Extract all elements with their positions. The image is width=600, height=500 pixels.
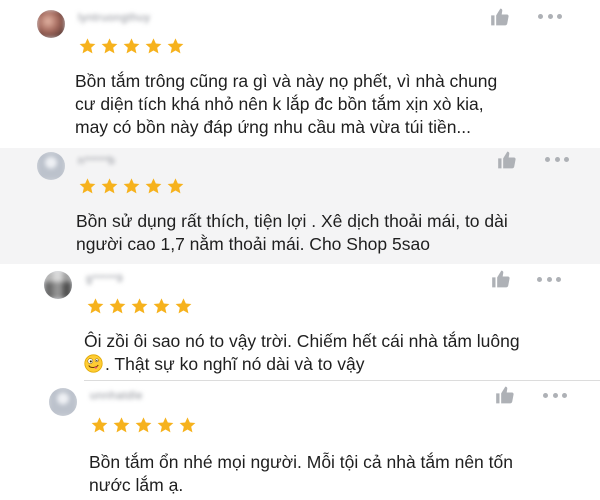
zany-face-emoji-icon — [84, 354, 103, 373]
review-text: Bồn tắm trông cũng ra gì và này nọ phết,… — [75, 70, 575, 139]
more-options-icon[interactable] — [543, 393, 567, 399]
like-icon[interactable] — [494, 385, 515, 405]
like-icon[interactable] — [490, 269, 511, 289]
review-text-line: Bồn tắm ổn nhé mọi người. Mỗi tội cả nhà… — [89, 452, 513, 472]
username[interactable]: g*****9 — [86, 273, 123, 285]
star-icon — [113, 417, 130, 433]
avatar[interactable] — [49, 388, 77, 416]
more-options-icon[interactable] — [538, 14, 562, 20]
review-text-line-with-emoji: . Thật sự ko nghĩ nó dài và to vậy — [84, 353, 584, 376]
star-icon — [87, 298, 104, 314]
review-text: Bồn tắm ổn nhé mọi người. Mỗi tội cả nhà… — [89, 451, 589, 497]
star-icon — [79, 38, 96, 54]
like-icon[interactable] — [489, 7, 510, 27]
username[interactable]: unnhatdle — [90, 390, 143, 402]
username[interactable]: n*****b — [78, 155, 115, 167]
star-icon — [131, 298, 148, 314]
star-rating — [86, 297, 193, 315]
review-item: g*****9 Ôi zồi ôi sao nó to vậy trời. Ch… — [0, 264, 600, 380]
star-icon — [175, 298, 192, 314]
review-text-line-tail: . Thật sự ko nghĩ nó dài và to vậy — [105, 354, 365, 374]
star-icon — [167, 178, 184, 194]
star-icon — [101, 38, 118, 54]
username[interactable]: lyntruongthuy — [78, 12, 151, 24]
star-icon — [91, 417, 108, 433]
star-icon — [123, 178, 140, 194]
review-text-line: Ôi zồi ôi sao nó to vậy trời. Chiếm hết … — [84, 331, 520, 351]
star-rating — [78, 177, 185, 195]
star-icon — [101, 178, 118, 194]
star-icon — [157, 417, 174, 433]
review-item: lyntruongthuy Bồn tắm trông cũng ra gì v… — [0, 0, 600, 148]
star-icon — [135, 417, 152, 433]
review-text-line: nước lắm ạ. — [89, 475, 184, 495]
star-icon — [167, 38, 184, 54]
star-icon — [123, 38, 140, 54]
avatar[interactable] — [37, 10, 65, 38]
star-icon — [145, 178, 162, 194]
star-rating — [90, 416, 197, 434]
more-options-icon[interactable] — [537, 277, 561, 283]
review-text: Ôi zồi ôi sao nó to vậy trời. Chiếm hết … — [84, 330, 584, 376]
more-options-icon[interactable] — [545, 157, 569, 163]
star-icon — [145, 38, 162, 54]
review-text-line: Bồn sử dụng rất thích, tiện lợi . Xê dịc… — [76, 211, 508, 231]
review-item: n*****b Bồn sử dụng rất thích, tiện lợi … — [0, 148, 600, 264]
review-item: unnhatdle Bồn tắm ổn nhé mọi người. Mỗi … — [0, 381, 600, 500]
review-text-line: Bồn tắm trông cũng ra gì và này nọ phết,… — [75, 71, 498, 91]
star-icon — [109, 298, 126, 314]
star-icon — [79, 178, 96, 194]
star-icon — [153, 298, 170, 314]
avatar[interactable] — [44, 271, 72, 299]
review-text-line: cư diện tích khá nhỏ nên k lắp đc bồn tắ… — [75, 94, 484, 114]
review-text-line: may có bồn này đáp ứng nhu cầu mà vừa tú… — [75, 117, 472, 137]
review-text-line: người cao 1,7 nằm thoải mái. Cho Shop 5s… — [76, 234, 430, 254]
star-rating — [78, 37, 185, 55]
like-icon[interactable] — [496, 150, 517, 170]
star-icon — [179, 417, 196, 433]
review-text: Bồn sử dụng rất thích, tiện lợi . Xê dịc… — [76, 210, 576, 256]
avatar[interactable] — [37, 152, 65, 180]
